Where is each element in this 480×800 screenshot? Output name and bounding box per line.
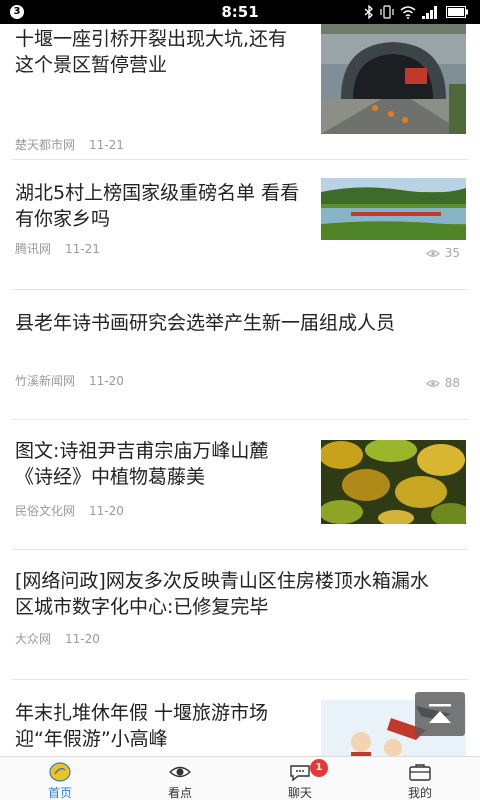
news-thumbnail <box>321 178 466 240</box>
tab-mine[interactable]: 我的 <box>360 757 480 800</box>
news-meta: 腾讯网 11-21 <box>15 240 100 257</box>
eye-icon <box>425 379 440 387</box>
wifi-icon <box>400 5 416 19</box>
news-item[interactable]: 县老年诗书画研究会选举产生新一届组成人员 竹溪新闻网 11-20 88 <box>0 290 480 420</box>
tab-highlights[interactable]: 看点 <box>120 757 240 800</box>
tab-label: 聊天 <box>287 786 312 800</box>
news-item[interactable]: 十堰一座引桥开裂出现大坑,还有 这个景区暂停营业 楚天都市网 11-21 <box>0 24 480 160</box>
bottom-navigation: 首页 看点 聊天 1 我的 <box>0 756 480 800</box>
tab-label: 我的 <box>407 786 432 800</box>
news-source: 楚天都市网 <box>15 138 76 152</box>
tab-home[interactable]: 首页 <box>0 757 120 800</box>
news-meta: 大众网 11-20 <box>15 630 100 647</box>
news-source: 腾讯网 <box>15 242 52 256</box>
vibrate-icon <box>380 5 394 19</box>
news-date: 11-20 <box>89 374 124 388</box>
news-date: 11-21 <box>65 242 100 256</box>
chat-icon <box>290 765 310 782</box>
news-item[interactable]: 图文:诗祖尹吉甫宗庙万峰山麓 《诗经》中植物葛藤美 民俗文化网 11-20 <box>0 420 480 550</box>
news-date: 11-21 <box>89 138 124 152</box>
news-meta: 竹溪新闻网 11-20 <box>15 372 124 389</box>
status-bar: 3 8:51 <box>0 0 480 24</box>
news-item[interactable]: 湖北5村上榜国家级重磅名单 看看 有你家乡吗 腾讯网 11-21 35 <box>0 160 480 290</box>
bluetooth-icon <box>364 5 373 19</box>
news-title: 湖北5村上榜国家级重磅名单 看看 有你家乡吗 <box>15 182 300 230</box>
news-meta: 民俗文化网 11-20 <box>15 502 124 519</box>
news-thumbnail <box>321 440 466 524</box>
view-count: 88 <box>425 376 460 390</box>
news-title: 县老年诗书画研究会选举产生新一届组成人员 <box>15 312 396 334</box>
scroll-to-top-button[interactable] <box>415 692 465 736</box>
battery-icon <box>446 6 468 18</box>
tab-label: 首页 <box>47 786 72 800</box>
news-item[interactable]: 年末扎堆休年假 十堰旅游市场 迎“年假游”小高峰 <box>0 680 480 756</box>
news-title: 年末扎堆休年假 十堰旅游市场 迎“年假游”小高峰 <box>15 702 269 750</box>
signal-icon <box>422 5 437 19</box>
news-title: 十堰一座引桥开裂出现大坑,还有 这个景区暂停营业 <box>15 28 288 76</box>
news-source: 民俗文化网 <box>15 504 76 518</box>
home-icon <box>49 762 71 782</box>
news-source: 大众网 <box>15 632 52 646</box>
news-thumbnail <box>321 24 466 134</box>
tab-label: 看点 <box>167 786 192 800</box>
briefcase-icon <box>409 764 431 781</box>
news-meta: 楚天都市网 11-21 <box>15 136 124 153</box>
news-source: 竹溪新闻网 <box>15 374 76 388</box>
news-feed[interactable]: 十堰一座引桥开裂出现大坑,还有 这个景区暂停营业 楚天都市网 11-21 湖北5村上… <box>0 24 480 756</box>
view-count: 35 <box>425 246 460 260</box>
news-title: 图文:诗祖尹吉甫宗庙万峰山麓 《诗经》中植物葛藤美 <box>15 440 269 488</box>
news-date: 11-20 <box>89 504 124 518</box>
news-item[interactable]: [网络问政]网友多次反映青山区住房楼顶水箱漏水 区城市数字化中心:已修复完毕 大众… <box>0 550 480 680</box>
news-date: 11-20 <box>65 632 100 646</box>
eye-icon <box>425 249 440 257</box>
arrow-up-to-top-icon <box>429 704 451 723</box>
tab-chat[interactable]: 聊天 <box>240 757 360 800</box>
eye-icon <box>168 766 192 778</box>
news-title: [网络问政]网友多次反映青山区住房楼顶水箱漏水 区城市数字化中心:已修复完毕 <box>15 570 429 618</box>
chat-unread-badge: 1 <box>310 759 328 777</box>
